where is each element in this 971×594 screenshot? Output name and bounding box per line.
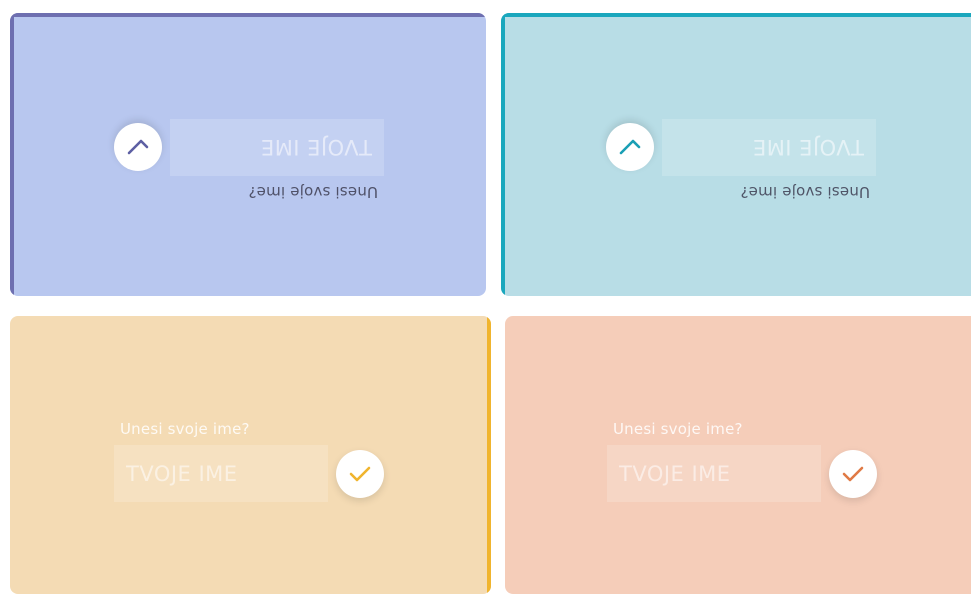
check-icon xyxy=(619,139,641,155)
name-input[interactable] xyxy=(114,445,328,502)
name-form: Unesi svoje ime? xyxy=(607,420,877,520)
name-form: Unesi svoje ime? xyxy=(114,101,384,201)
name-input[interactable] xyxy=(170,119,384,176)
name-prompt: Unesi svoje ime? xyxy=(613,420,743,438)
name-card-yellow: Unesi svoje ime? xyxy=(10,316,491,594)
card-accent-border-side xyxy=(501,13,505,296)
name-card-peach: Unesi svoje ime? xyxy=(505,316,971,594)
submit-button[interactable] xyxy=(606,123,654,171)
name-prompt: Unesi svoje ime? xyxy=(248,183,378,201)
name-input[interactable] xyxy=(662,119,876,176)
card-accent-border-side xyxy=(487,316,491,594)
name-prompt: Unesi svoje ime? xyxy=(740,183,870,201)
submit-button[interactable] xyxy=(829,450,877,498)
name-input[interactable] xyxy=(607,445,821,502)
name-card-purple: Unesi svoje ime? xyxy=(10,13,486,296)
name-form: Unesi svoje ime? xyxy=(114,420,384,520)
name-form: Unesi svoje ime? xyxy=(606,101,876,201)
card-accent-border-side xyxy=(10,13,14,296)
card-grid: Unesi svoje ime? Unesi svoje ime? xyxy=(0,0,971,594)
name-card-teal: Unesi svoje ime? xyxy=(501,13,971,296)
card-accent-border xyxy=(501,13,971,17)
check-icon xyxy=(349,466,371,482)
card-accent-border xyxy=(10,13,486,17)
check-icon xyxy=(127,139,149,155)
check-icon xyxy=(842,466,864,482)
submit-button[interactable] xyxy=(336,450,384,498)
name-prompt: Unesi svoje ime? xyxy=(120,420,250,438)
submit-button[interactable] xyxy=(114,123,162,171)
